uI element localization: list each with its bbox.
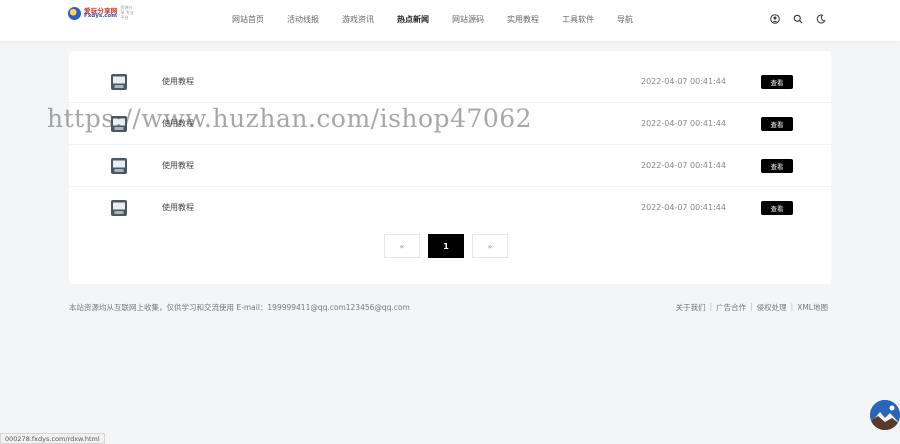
list-item-date: 2022-04-07 00:41:44 [641,203,726,212]
moon-icon[interactable] [815,13,826,24]
nav-home[interactable]: 网站首页 [232,12,264,28]
footer-link-copyright[interactable]: 侵权处理 [757,302,787,313]
logo-slogan: 资源分享 专业平台 [120,5,134,20]
footer-divider: | [750,302,753,311]
nav-tools[interactable]: 工具软件 [562,12,594,28]
site-header: 爱玩分享网 Fxdys.com 资源分享 专业平台 网站首页 活动线报 游戏资讯… [0,0,900,41]
nav-tutorials[interactable]: 实用教程 [507,12,539,28]
list-item-date: 2022-04-07 00:41:44 [641,119,726,128]
pagination: « 1 » [384,234,516,258]
logo-en: Fxdys.com [84,13,117,19]
nav-activities[interactable]: 活动线报 [287,12,319,28]
footer-link-ads[interactable]: 广告合作 [716,302,746,313]
list-item[interactable]: 使用教程 2022-04-07 00:41:44 查看 [69,187,831,229]
back-to-top-button[interactable] [870,400,900,430]
footer-link-about[interactable]: 关于我们 [676,302,706,313]
document-thumbnail-icon [110,115,128,133]
header-icons [769,13,838,24]
list-item-title[interactable]: 使用教程 [162,187,194,229]
user-icon[interactable] [769,13,780,24]
list-item[interactable]: 使用教程 2022-04-07 00:41:44 查看 [69,145,831,187]
document-thumbnail-icon [110,199,128,217]
current-page-button[interactable]: 1 [428,234,464,258]
view-button[interactable]: 查看 [761,201,793,215]
list-item-date: 2022-04-07 00:41:44 [641,161,726,170]
list-item-title[interactable]: 使用教程 [162,145,194,187]
nav-source-code[interactable]: 网站源码 [452,12,484,28]
nav-game-news[interactable]: 游戏资讯 [342,12,374,28]
view-button[interactable]: 查看 [761,75,793,89]
article-list-card: 使用教程 2022-04-07 00:41:44 查看 使用教程 2022-04… [69,51,831,284]
footer-links: 关于我们 | 广告合作 | 侵权处理 | XML地图 [676,302,828,313]
list-item[interactable]: 使用教程 2022-04-07 00:41:44 查看 [69,103,831,145]
footer-notice: 本站资源均从互联网上收集，仅供学习和交流使用 E-mail：199999411@… [69,303,410,312]
prev-page-button[interactable]: « [384,234,420,258]
list-item[interactable]: 使用教程 2022-04-07 00:41:44 查看 [69,61,831,103]
search-icon[interactable] [792,13,803,24]
main-nav: 网站首页 活动线报 游戏资讯 热点新闻 网站源码 实用教程 工具软件 导航 [232,12,656,28]
list-item-title[interactable]: 使用教程 [162,61,194,103]
list-item-title[interactable]: 使用教程 [162,103,194,145]
nav-hot-news[interactable]: 热点新闻 [397,12,429,28]
mountain-avatar-icon [870,400,900,430]
footer-divider: | [709,302,713,311]
footer-link-sitemap[interactable]: XML地图 [797,302,828,313]
list-item-date: 2022-04-07 00:41:44 [641,77,726,86]
footer-divider: | [790,302,794,311]
logo-mark-icon [68,7,81,20]
logo-text: 爱玩分享网 Fxdys.com [84,7,118,20]
view-button[interactable]: 查看 [761,159,793,173]
view-button[interactable]: 查看 [761,117,793,131]
nav-navigation[interactable]: 导航 [617,12,633,28]
next-page-button[interactable]: » [472,234,508,258]
site-logo[interactable]: 爱玩分享网 Fxdys.com 资源分享 专业平台 [68,5,138,22]
document-thumbnail-icon [110,157,128,175]
status-bar-url: 000278.fxdys.com/rdxw.html [0,433,105,444]
document-thumbnail-icon [110,73,128,91]
